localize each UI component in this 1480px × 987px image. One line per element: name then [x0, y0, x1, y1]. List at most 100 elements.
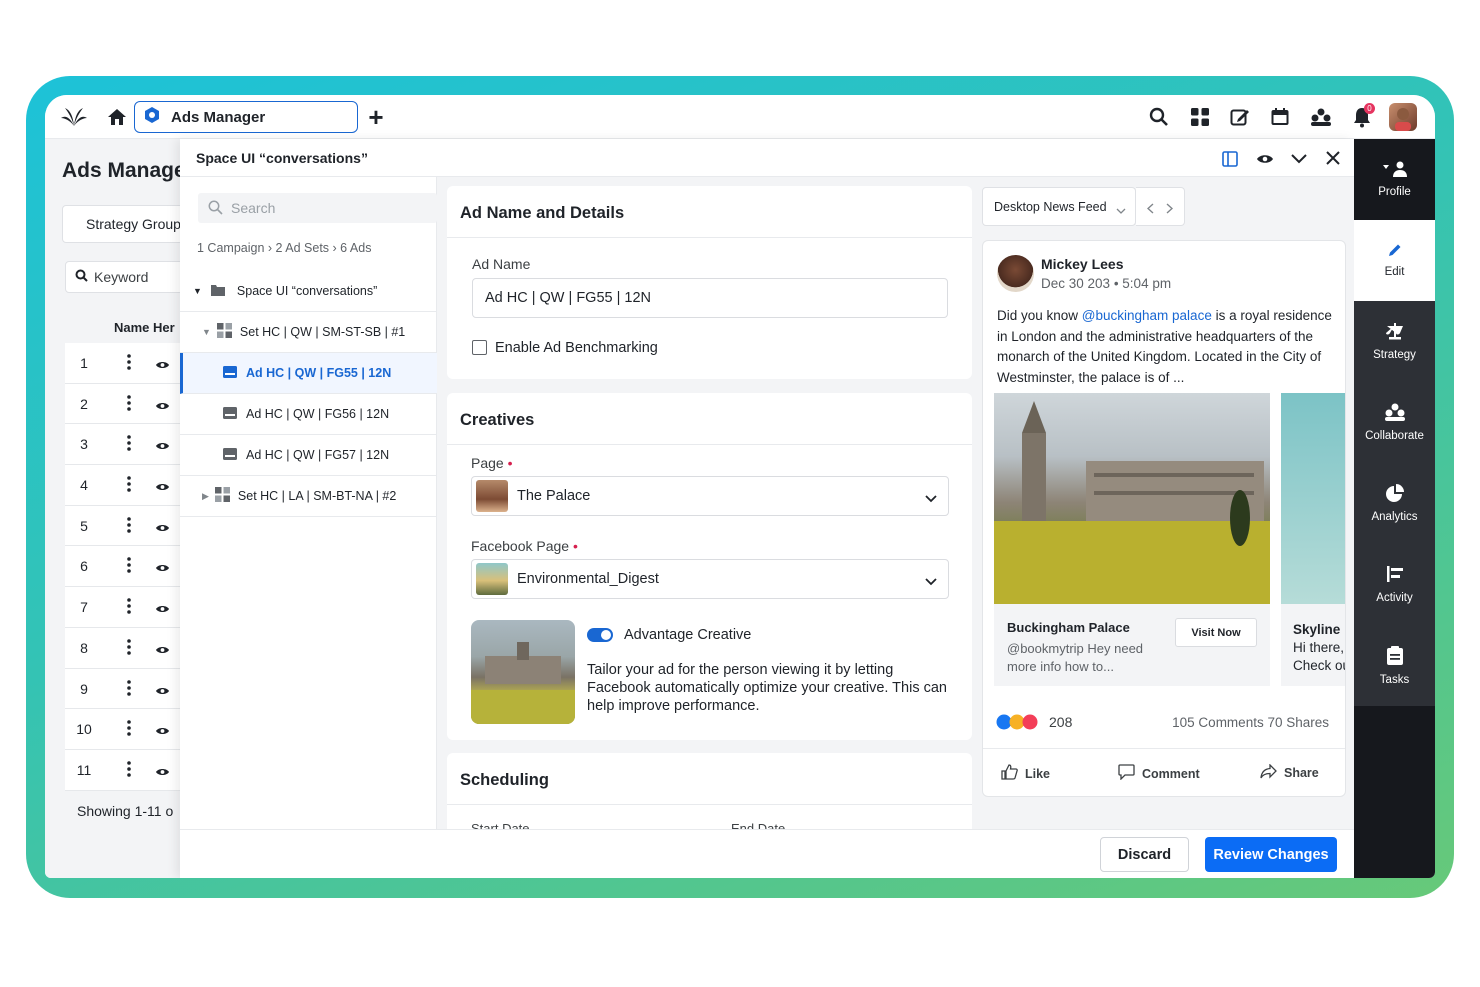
like-button[interactable]: Like: [1001, 764, 1050, 783]
layout-toggle-icon[interactable]: [1220, 149, 1240, 169]
row-number: 9: [80, 680, 88, 697]
table-row[interactable]: 3: [65, 424, 185, 466]
eye-icon[interactable]: [155, 438, 170, 456]
user-avatar[interactable]: [1389, 103, 1417, 131]
rail-item-edit[interactable]: Edit: [1354, 220, 1435, 301]
more-options-icon[interactable]: [127, 394, 131, 416]
adset-icon: [214, 487, 230, 505]
eye-icon[interactable]: [155, 479, 170, 497]
eye-icon[interactable]: [155, 764, 170, 782]
page-select[interactable]: The Palace: [471, 476, 949, 516]
table-row[interactable]: 5: [65, 505, 185, 547]
chevron-left-icon[interactable]: [1146, 201, 1154, 219]
crumb-campaign[interactable]: 1 Campaign: [197, 241, 264, 255]
calendar-icon[interactable]: [1268, 105, 1292, 129]
rail-item-strategy[interactable]: Strategy: [1354, 301, 1435, 382]
chevron-down-icon[interactable]: [1289, 149, 1309, 169]
team-icon[interactable]: [1309, 105, 1333, 129]
table-row[interactable]: 6: [65, 546, 185, 588]
clipboard-icon: [1386, 645, 1403, 668]
table-row[interactable]: 1: [65, 343, 185, 384]
brand-logo-icon[interactable]: [59, 105, 89, 129]
comment-button[interactable]: Comment: [1118, 764, 1200, 783]
review-changes-button[interactable]: Review Changes: [1205, 837, 1337, 872]
more-options-icon[interactable]: [127, 761, 131, 782]
more-options-icon[interactable]: [127, 679, 131, 701]
carousel-card-2[interactable]: Skyline Hi there, Check ou: [1281, 604, 1345, 686]
eye-icon[interactable]: [155, 601, 170, 619]
search-icon: [208, 200, 223, 218]
more-options-icon[interactable]: [127, 354, 131, 375]
row-number: 8: [80, 639, 88, 656]
eye-icon[interactable]: [155, 642, 170, 660]
compose-icon[interactable]: [1228, 105, 1252, 129]
more-options-icon[interactable]: [127, 435, 131, 456]
add-tab-icon[interactable]: +: [365, 102, 387, 132]
table-row[interactable]: 7: [65, 587, 185, 628]
table-header: Name Her: [65, 309, 185, 343]
apps-grid-icon[interactable]: [1188, 105, 1212, 129]
author-avatar: [997, 255, 1034, 292]
tab-ads-manager[interactable]: Ads Manager: [134, 101, 358, 133]
rail-item-tasks[interactable]: Tasks: [1354, 625, 1435, 706]
advantage-description: Tailor your ad for the person viewing it…: [587, 662, 947, 714]
carousel-card-1[interactable]: Buckingham Palace @bookmytrip Hey need m…: [994, 604, 1270, 686]
advantage-toggle[interactable]: [587, 628, 613, 642]
rail-item-collaborate[interactable]: Collaborate: [1354, 382, 1435, 463]
table-row[interactable]: 11: [65, 749, 185, 791]
tree-adset-row[interactable]: ▼ Set HC | QW | SM-ST-SB | #1: [180, 312, 437, 353]
home-icon[interactable]: [105, 105, 129, 129]
share-button[interactable]: Share: [1260, 763, 1319, 782]
benchmark-checkbox[interactable]: [472, 340, 487, 355]
crumb-ads[interactable]: 6 Ads: [340, 241, 371, 255]
rail-item-analytics[interactable]: Analytics: [1354, 463, 1435, 544]
more-options-icon[interactable]: [127, 516, 131, 538]
eye-icon[interactable]: [155, 560, 170, 578]
table-row[interactable]: 8: [65, 627, 185, 669]
crumb-adsets[interactable]: 2 Ad Sets: [276, 241, 330, 255]
tree-ad-row[interactable]: Ad HC | QW | FG56 | 12N: [180, 394, 437, 435]
eye-icon[interactable]: [155, 520, 170, 538]
more-options-icon[interactable]: [127, 639, 131, 660]
page-title: Ads Manage: [62, 159, 186, 182]
bell-icon[interactable]: 0: [1350, 103, 1375, 129]
tree-ad-row-selected[interactable]: Ad HC | QW | FG55 | 12N: [180, 353, 437, 394]
rail-item-profile[interactable]: Profile: [1354, 139, 1435, 220]
tree-adset-row[interactable]: ▶ Set HC | LA | SM-BT-NA | #2: [180, 476, 437, 517]
facebook-page-select[interactable]: Environmental_Digest: [471, 559, 949, 599]
eye-icon[interactable]: [155, 398, 170, 416]
page-thumbnail: [476, 480, 508, 512]
table-row[interactable]: 9: [65, 668, 185, 710]
caret-down-icon: ▼: [202, 327, 211, 337]
eye-icon[interactable]: [1255, 149, 1275, 169]
close-icon[interactable]: [1323, 148, 1343, 168]
keyword-search[interactable]: Keyword: [65, 261, 185, 293]
ad-name-input[interactable]: Ad HC | QW | FG55 | 12N: [472, 278, 948, 318]
discard-button[interactable]: Discard: [1100, 837, 1189, 872]
chevron-right-icon[interactable]: [1166, 201, 1174, 219]
eye-icon[interactable]: [155, 683, 170, 701]
more-options-icon[interactable]: [127, 476, 131, 497]
tree-ad-row[interactable]: Ad HC | QW | FG57 | 12N: [180, 435, 437, 476]
more-options-icon[interactable]: [127, 598, 131, 619]
scheduling-heading: Scheduling: [447, 753, 972, 805]
rail-item-activity[interactable]: Activity: [1354, 544, 1435, 625]
search-icon: [75, 269, 88, 285]
search-icon[interactable]: [1147, 105, 1171, 129]
name-column-header: Name Her: [114, 320, 175, 335]
visit-now-button[interactable]: Visit Now: [1175, 618, 1257, 647]
eye-icon[interactable]: [155, 723, 170, 741]
table-row[interactable]: 2: [65, 383, 185, 425]
panel-title: Space UI “conversations”: [196, 150, 368, 166]
tree-search-input[interactable]: Search: [198, 193, 437, 223]
placement-select[interactable]: Desktop News Feed: [982, 187, 1136, 226]
table-row[interactable]: 4: [65, 465, 185, 506]
scale-icon: [1385, 322, 1405, 343]
more-options-icon[interactable]: [127, 557, 131, 578]
tree-campaign-row[interactable]: ▼ Space UI “conversations”: [180, 271, 437, 312]
creatives-heading: Creatives: [447, 393, 972, 445]
table-row[interactable]: 10: [65, 709, 185, 750]
eye-icon[interactable]: [155, 357, 170, 375]
more-options-icon[interactable]: [127, 720, 131, 741]
post-mention-link[interactable]: @buckingham palace: [1082, 308, 1212, 323]
